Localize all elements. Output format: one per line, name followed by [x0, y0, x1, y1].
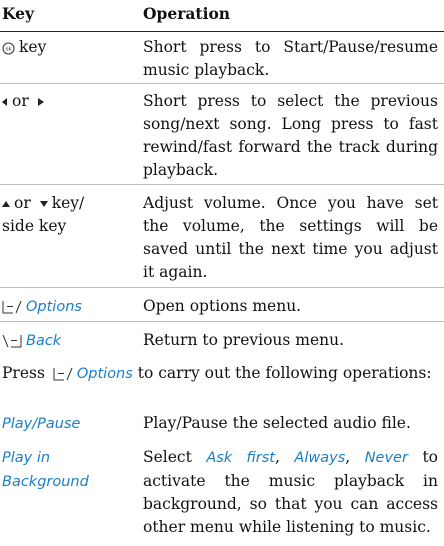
option-name: Play/Pause	[2, 416, 81, 432]
intro-suffix: to carry out the following operations:	[137, 364, 432, 382]
table-header: Key Operation	[0, 0, 444, 32]
key-cell: or key/ side key	[2, 192, 134, 238]
key-operation-page: Key Operation ok key Short press to Star…	[0, 0, 444, 546]
key-text: side key	[2, 217, 67, 235]
ok-key-icon: ok	[2, 42, 15, 54]
key-text: key	[19, 38, 47, 56]
row-divider	[0, 83, 444, 84]
intro-prefix: Press	[2, 364, 45, 382]
key-cell: Options	[2, 295, 134, 319]
option-desc: Select Ask first, Always, Never to activ…	[143, 448, 438, 536]
operation-cell: Short press to Start/Pause/resume music …	[143, 38, 438, 79]
option-desc: Play/Pause the selected audio file.	[143, 414, 411, 432]
header-key: Key	[2, 4, 34, 23]
row-divider	[0, 287, 444, 288]
option-name: Play in Background	[2, 450, 89, 490]
down-arrow-icon	[39, 201, 48, 207]
key-cell: Back	[2, 329, 134, 353]
key-text: key/	[51, 194, 85, 212]
left-arrow-icon	[2, 98, 7, 106]
row-divider	[0, 321, 444, 322]
up-arrow-icon	[2, 201, 10, 207]
choice-ask-first: Ask first	[206, 450, 275, 466]
options-label: Options	[76, 366, 133, 382]
option-name-cell: Play in Background	[2, 446, 122, 494]
key-text: or	[14, 194, 31, 212]
intro-paragraph: Press Options to carry out the following…	[2, 362, 440, 386]
choice-never: Never	[364, 450, 408, 466]
option-name-cell: Play/Pause	[2, 412, 134, 436]
key-cell: ok key	[2, 36, 134, 59]
choice-always: Always	[294, 450, 346, 466]
key-cell: or	[2, 90, 134, 113]
operation-cell: Adjust volume. Once you have set the vol…	[143, 194, 438, 281]
softkey-label: Back	[26, 333, 62, 349]
header-operation: Operation	[143, 4, 231, 23]
right-softkey-icon	[2, 334, 22, 348]
operation-cell: Open options menu.	[143, 297, 302, 315]
softkey-label: Options	[26, 299, 82, 315]
operation-cell: Return to previous menu.	[143, 331, 345, 349]
left-softkey-icon	[2, 300, 22, 314]
operation-cell: Short press to select the previous song/…	[143, 92, 438, 179]
right-arrow-icon	[37, 98, 44, 106]
left-softkey-icon	[53, 367, 73, 381]
key-text: or	[12, 92, 29, 110]
row-divider	[0, 184, 444, 185]
svg-text:ok: ok	[6, 46, 12, 52]
